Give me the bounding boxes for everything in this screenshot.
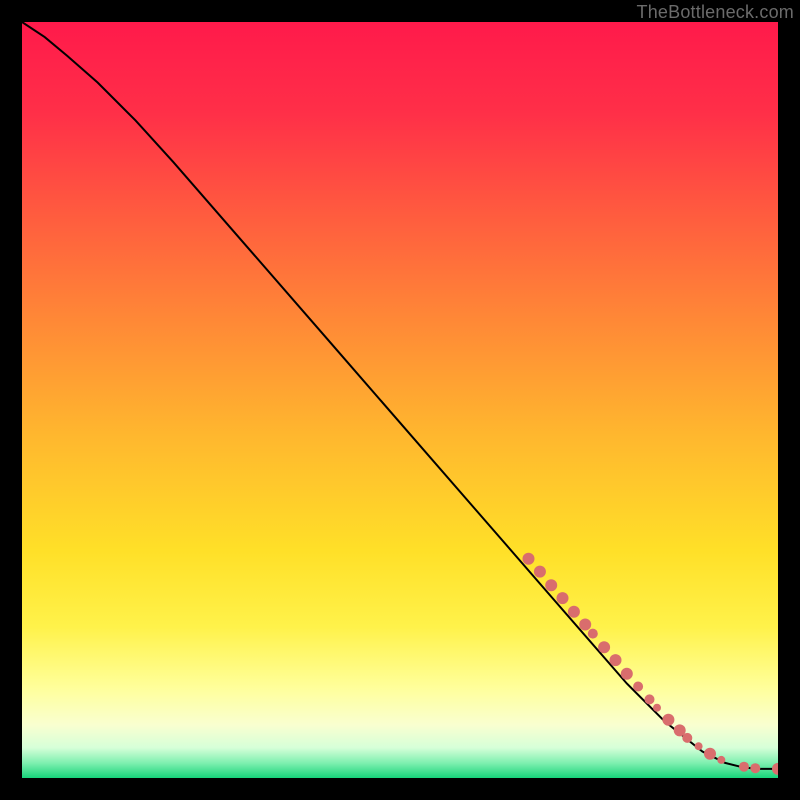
- plot-area: [22, 22, 778, 778]
- scatter-dot: [704, 748, 716, 760]
- scatter-dot: [717, 756, 725, 764]
- scatter-dot: [682, 733, 692, 743]
- curve-line: [22, 22, 778, 769]
- scatter-dot: [633, 682, 643, 692]
- scatter-dot: [523, 553, 535, 565]
- scatter-dot: [579, 619, 591, 631]
- scatter-dot: [588, 629, 598, 639]
- scatter-dot: [662, 714, 674, 726]
- scatter-dot: [557, 592, 569, 604]
- scatter-dot: [750, 763, 760, 773]
- scatter-dot: [739, 762, 749, 772]
- scatter-dot: [695, 742, 703, 750]
- stage: TheBottleneck.com: [0, 0, 800, 800]
- scatter-dot: [621, 668, 633, 680]
- scatter-dot: [545, 579, 557, 591]
- chart-overlay: [22, 22, 778, 778]
- scatter-dot: [534, 566, 546, 578]
- scatter-dot: [598, 641, 610, 653]
- scatter-dot: [772, 763, 778, 775]
- attribution-label: TheBottleneck.com: [637, 2, 794, 23]
- scatter-points: [523, 553, 779, 775]
- scatter-dot: [568, 606, 580, 618]
- scatter-dot: [653, 704, 661, 712]
- scatter-dot: [645, 694, 655, 704]
- scatter-dot: [610, 654, 622, 666]
